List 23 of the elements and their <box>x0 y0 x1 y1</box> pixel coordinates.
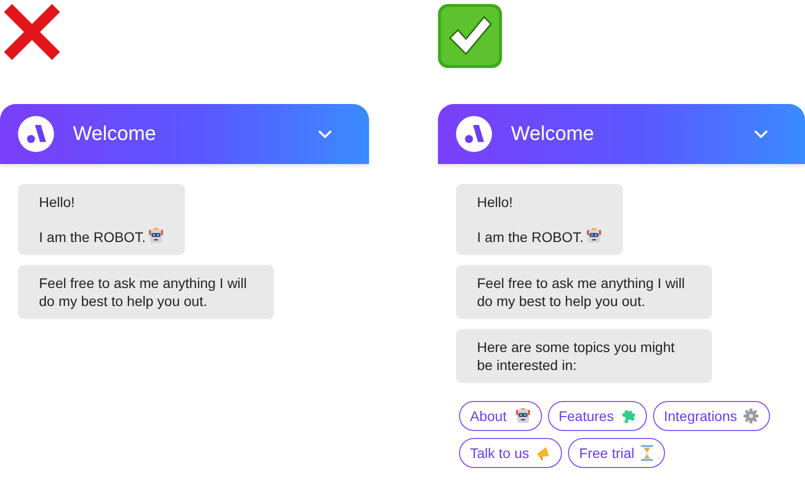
gear-icon <box>743 408 760 424</box>
logo-icon <box>456 116 492 152</box>
message-text: Feel free to ask me anything I will do my best to help you out. <box>39 274 248 310</box>
chat-title: Welcome <box>511 122 594 147</box>
logo-icon <box>18 116 54 152</box>
robot-icon <box>514 408 531 424</box>
message-text: Hello! <box>39 193 76 211</box>
message-text: Hello! <box>477 193 514 211</box>
message-text: I am the ROBOT. <box>39 228 164 246</box>
puzzle-icon <box>620 408 636 424</box>
chevron-down-icon <box>754 130 768 138</box>
message-text: Here are some topics you might be interested in: <box>477 338 676 374</box>
message-text: Feel free to ask me anything I will do my best to help you out. <box>477 274 686 310</box>
topic-chip[interactable]: About <box>459 401 542 431</box>
message-text: I am the ROBOT. <box>477 228 602 246</box>
chat-title: Welcome <box>73 122 156 147</box>
hourglass-icon <box>640 445 654 461</box>
topic-chip[interactable]: Integrations <box>652 401 770 431</box>
topic-chip[interactable]: Free trial <box>568 438 666 468</box>
chevron-down-icon <box>318 130 332 138</box>
topic-chip[interactable]: Talk to us <box>459 438 562 468</box>
topic-chip[interactable]: Features <box>548 401 647 431</box>
megaphone-icon <box>535 445 552 461</box>
